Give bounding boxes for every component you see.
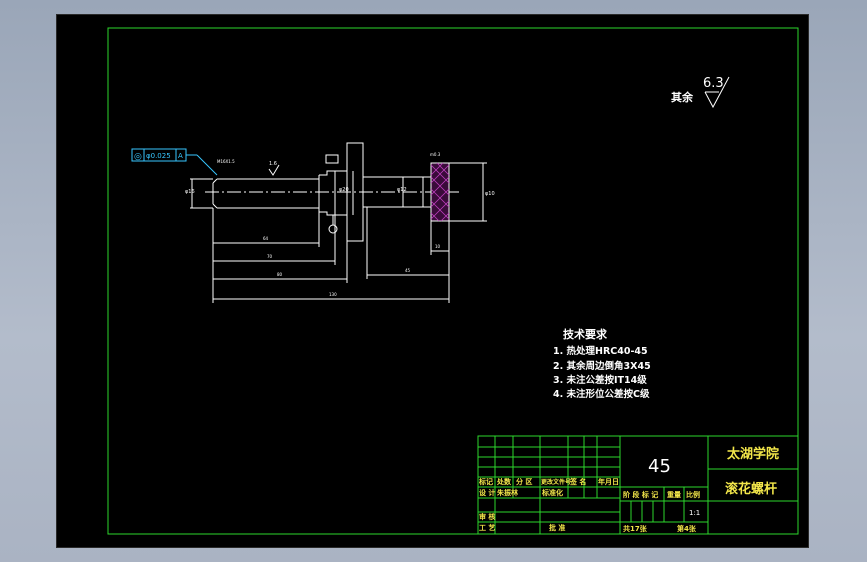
tolerance-value: φ0.025 [146, 152, 171, 160]
part-name: 滚花螺杆 [725, 481, 777, 497]
svg-text:分 区: 分 区 [516, 477, 532, 486]
svg-text:重量: 重量 [667, 490, 681, 499]
svg-text:64: 64 [263, 236, 269, 241]
title-block: 标记 处数 分 区 更改文件号 签 名 年月日 设 计 朱振林 标准化 审 核 … [477, 435, 799, 535]
surface-finish-label: 其余 [671, 90, 694, 104]
svg-text:比例: 比例 [686, 490, 700, 499]
svg-text:80: 80 [277, 272, 283, 277]
svg-text:设 计: 设 计 [479, 488, 495, 497]
sheet-number: 第4张 [677, 524, 697, 533]
svg-text:处数: 处数 [496, 477, 512, 486]
tech-requirement-2: 2. 其余周边倒角3X45 [553, 360, 651, 372]
sheet-count: 共17张 [623, 524, 648, 533]
drawing-canvas: 其余 6.3 ◎ φ0.025 A φ10 φ16 φ20 φ12 M16X1.… [107, 27, 799, 535]
surface-finish-note: 其余 6.3 [671, 76, 730, 109]
svg-text:1.6: 1.6 [269, 161, 277, 167]
svg-text:标记: 标记 [478, 477, 493, 486]
svg-text:φ12: φ12 [397, 187, 407, 193]
datum-label: A [178, 152, 183, 160]
svg-text:φ16: φ16 [185, 189, 195, 195]
svg-text:签 名: 签 名 [569, 477, 586, 486]
svg-text:批 准: 批 准 [549, 523, 565, 532]
tech-requirement-4: 4. 未注形位公差按C级 [553, 388, 650, 400]
svg-text:45: 45 [405, 268, 411, 273]
svg-text:m0.3: m0.3 [430, 152, 441, 157]
svg-text:审 核: 审 核 [479, 512, 495, 521]
designer-name: 朱振林 [497, 488, 519, 497]
tech-requirement-3: 3. 未注公差按IT14级 [553, 374, 647, 386]
material-value: 45 [648, 456, 671, 477]
svg-text:130: 130 [329, 292, 337, 297]
svg-text:70: 70 [267, 254, 273, 259]
tech-requirement-1: 1. 热处理HRC40-45 [553, 345, 648, 357]
cad-viewport[interactable]: 其余 6.3 ◎ φ0.025 A φ10 φ16 φ20 φ12 M16X1.… [56, 14, 809, 548]
svg-text:阶 段 标 记: 阶 段 标 记 [623, 490, 658, 499]
scale-value: 1:1 [689, 509, 700, 517]
svg-text:10: 10 [435, 244, 441, 249]
svg-text:工 艺: 工 艺 [479, 523, 495, 532]
tech-requirements-title: 技术要求 [563, 327, 608, 341]
svg-text:φ10: φ10 [485, 191, 495, 197]
svg-text:更改文件号: 更改文件号 [541, 478, 571, 486]
drawing-border [107, 27, 799, 535]
svg-text:年月日: 年月日 [598, 477, 619, 486]
surface-finish-value: 6.3 [703, 76, 724, 91]
tolerance-frame: ◎ φ0.025 A [131, 148, 218, 176]
tech-requirements: 技术要求 1. 热处理HRC40-45 2. 其余周边倒角3X45 3. 未注公… [553, 327, 651, 400]
school-name: 太湖学院 [726, 446, 779, 462]
shaft-drawing: φ10 φ16 φ20 φ12 M16X1.5 1.6 m0.3 64 70 8… [185, 142, 495, 303]
svg-text:标准化: 标准化 [541, 488, 563, 497]
svg-text:φ20: φ20 [339, 187, 349, 193]
svg-text:M16X1.5: M16X1.5 [217, 159, 235, 164]
concentricity-icon: ◎ [134, 152, 142, 162]
